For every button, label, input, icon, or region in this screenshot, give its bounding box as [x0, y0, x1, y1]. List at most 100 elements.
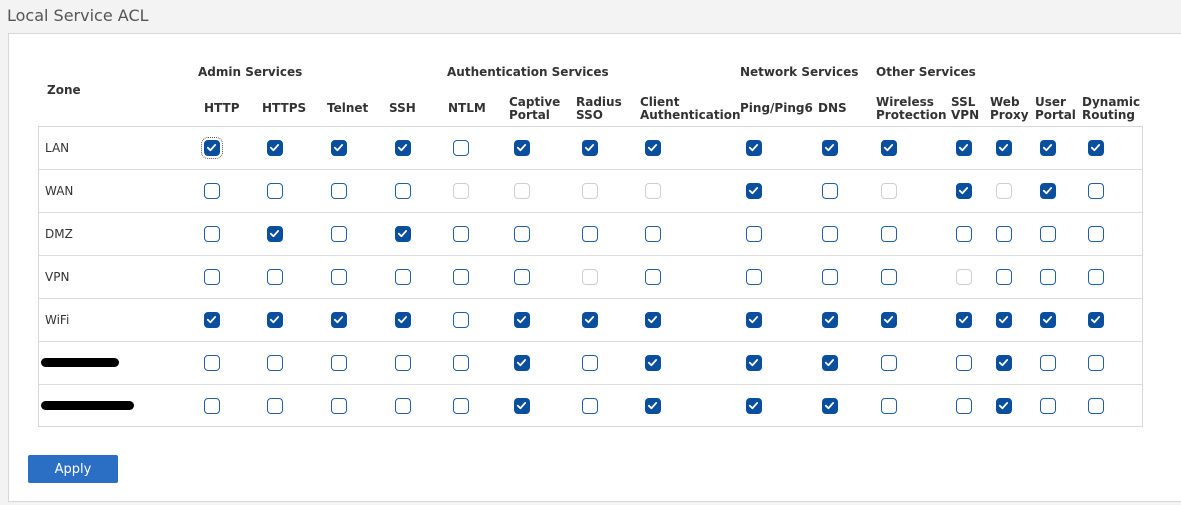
acl-checkbox[interactable]: [645, 398, 661, 414]
acl-checkbox[interactable]: [395, 312, 411, 328]
acl-checkbox[interactable]: [645, 269, 661, 285]
acl-checkbox[interactable]: [1040, 312, 1056, 328]
acl-checkbox[interactable]: [1040, 226, 1056, 242]
acl-checkbox[interactable]: [822, 398, 838, 414]
acl-checkbox[interactable]: [822, 140, 838, 156]
acl-checkbox[interactable]: [1040, 140, 1056, 156]
acl-checkbox[interactable]: [746, 226, 762, 242]
acl-checkbox[interactable]: [1040, 269, 1056, 285]
acl-checkbox[interactable]: [582, 140, 598, 156]
acl-checkbox[interactable]: [645, 355, 661, 371]
acl-checkbox[interactable]: [514, 269, 530, 285]
acl-checkbox[interactable]: [395, 183, 411, 199]
acl-checkbox[interactable]: [1040, 398, 1056, 414]
acl-checkbox[interactable]: [331, 398, 347, 414]
acl-checkbox[interactable]: [996, 312, 1012, 328]
acl-checkbox[interactable]: [1088, 312, 1104, 328]
acl-checkbox[interactable]: [395, 269, 411, 285]
acl-checkbox[interactable]: [881, 398, 897, 414]
acl-checkbox[interactable]: [996, 140, 1012, 156]
acl-checkbox[interactable]: [582, 355, 598, 371]
apply-button[interactable]: Apply: [28, 455, 118, 483]
acl-checkbox[interactable]: [956, 226, 972, 242]
acl-checkbox[interactable]: [996, 398, 1012, 414]
acl-checkbox[interactable]: [267, 398, 283, 414]
acl-checkbox[interactable]: [331, 312, 347, 328]
acl-checkbox[interactable]: [881, 140, 897, 156]
acl-checkbox[interactable]: [201, 137, 223, 159]
acl-checkbox[interactable]: [204, 183, 220, 199]
acl-checkbox[interactable]: [267, 269, 283, 285]
acl-checkbox[interactable]: [204, 398, 220, 414]
acl-checkbox[interactable]: [881, 226, 897, 242]
acl-checkbox[interactable]: [331, 269, 347, 285]
acl-checkbox[interactable]: [746, 140, 762, 156]
acl-checkbox[interactable]: [1088, 226, 1104, 242]
acl-checkbox[interactable]: [267, 140, 283, 156]
acl-checkbox[interactable]: [204, 226, 220, 242]
acl-checkbox[interactable]: [204, 312, 220, 328]
acl-checkbox[interactable]: [331, 140, 347, 156]
acl-checkbox[interactable]: [956, 312, 972, 328]
acl-checkbox[interactable]: [956, 355, 972, 371]
acl-checkbox[interactable]: [331, 183, 347, 199]
acl-checkbox[interactable]: [453, 226, 469, 242]
acl-checkbox[interactable]: [956, 398, 972, 414]
acl-checkbox[interactable]: [1040, 355, 1056, 371]
acl-checkbox[interactable]: [331, 355, 347, 371]
acl-checkbox[interactable]: [514, 312, 530, 328]
acl-checkbox[interactable]: [267, 226, 283, 242]
acl-checkbox[interactable]: [453, 398, 469, 414]
acl-checkbox[interactable]: [1088, 269, 1104, 285]
acl-checkbox[interactable]: [395, 398, 411, 414]
acl-checkbox[interactable]: [746, 312, 762, 328]
acl-checkbox[interactable]: [881, 269, 897, 285]
acl-checkbox[interactable]: [204, 355, 220, 371]
acl-checkbox[interactable]: [267, 183, 283, 199]
acl-checkbox[interactable]: [1088, 355, 1104, 371]
acl-checkbox[interactable]: [822, 312, 838, 328]
acl-checkbox[interactable]: [746, 183, 762, 199]
acl-checkbox[interactable]: [645, 226, 661, 242]
acl-checkbox[interactable]: [1088, 398, 1104, 414]
acl-checkbox[interactable]: [996, 269, 1012, 285]
acl-checkbox[interactable]: [514, 226, 530, 242]
acl-checkbox[interactable]: [1040, 183, 1056, 199]
acl-checkbox[interactable]: [514, 140, 530, 156]
acl-checkbox[interactable]: [746, 355, 762, 371]
acl-checkbox[interactable]: [746, 398, 762, 414]
acl-checkbox[interactable]: [996, 226, 1012, 242]
acl-checkbox[interactable]: [822, 183, 838, 199]
acl-checkbox[interactable]: [582, 226, 598, 242]
acl-checkbox[interactable]: [822, 269, 838, 285]
acl-checkbox[interactable]: [267, 355, 283, 371]
acl-checkbox[interactable]: [645, 312, 661, 328]
acl-checkbox[interactable]: [1088, 183, 1104, 199]
check-icon: [1042, 187, 1053, 195]
acl-checkbox[interactable]: [395, 140, 411, 156]
acl-checkbox[interactable]: [204, 269, 220, 285]
acl-checkbox[interactable]: [395, 226, 411, 242]
acl-checkbox[interactable]: [746, 269, 762, 285]
acl-checkbox[interactable]: [956, 140, 972, 156]
acl-checkbox[interactable]: [453, 140, 469, 156]
acl-checkbox[interactable]: [514, 398, 530, 414]
acl-checkbox[interactable]: [582, 312, 598, 328]
acl-checkbox[interactable]: [267, 312, 283, 328]
acl-checkbox[interactable]: [996, 355, 1012, 371]
acl-checkbox[interactable]: [395, 355, 411, 371]
acl-checkbox[interactable]: [645, 140, 661, 156]
acl-checkbox[interactable]: [822, 355, 838, 371]
acl-checkbox[interactable]: [1088, 140, 1104, 156]
acl-checkbox[interactable]: [582, 398, 598, 414]
acl-checkbox[interactable]: [514, 355, 530, 371]
acl-checkbox[interactable]: [453, 312, 469, 328]
acl-checkbox[interactable]: [956, 183, 972, 199]
acl-checkbox[interactable]: [881, 355, 897, 371]
acl-checkbox[interactable]: [881, 312, 897, 328]
acl-checkbox[interactable]: [453, 269, 469, 285]
acl-checkbox[interactable]: [331, 226, 347, 242]
acl-checkbox[interactable]: [822, 226, 838, 242]
acl-checkbox[interactable]: [453, 355, 469, 371]
redacted-zone-label: [41, 358, 119, 367]
